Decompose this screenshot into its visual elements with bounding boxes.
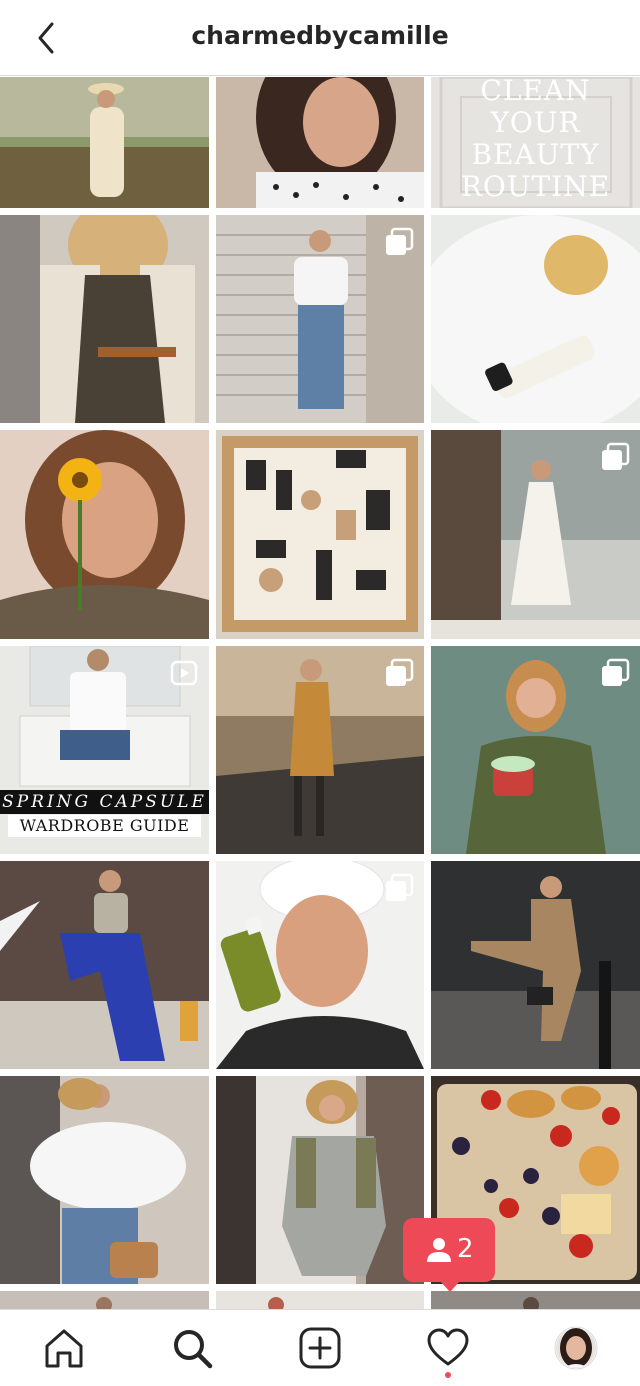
post-image	[0, 77, 209, 208]
post-image	[216, 1291, 424, 1309]
post-tile[interactable]	[431, 215, 640, 423]
post-overlay-text: CLEAN YOUR BEAUTY ROUTINE	[460, 77, 611, 203]
top-bar: charmedbycamille	[0, 0, 640, 76]
tab-new-post[interactable]	[298, 1326, 342, 1370]
multi-photo-icon	[600, 658, 630, 688]
post-tile[interactable]	[431, 430, 640, 639]
page-title: charmedbycamille	[191, 21, 449, 50]
post-tile[interactable]	[0, 215, 209, 423]
post-tile[interactable]	[0, 430, 209, 639]
post-tile[interactable]	[0, 1076, 209, 1284]
tab-search[interactable]	[170, 1326, 214, 1370]
search-icon	[174, 1330, 213, 1369]
person-icon	[427, 1238, 451, 1262]
post-image	[0, 215, 209, 423]
post-tile[interactable]	[216, 430, 424, 639]
tab-profile[interactable]	[554, 1326, 598, 1370]
post-tile[interactable]	[216, 861, 424, 1069]
post-tile[interactable]	[216, 1076, 424, 1284]
multi-photo-icon	[600, 442, 630, 472]
post-tile[interactable]	[431, 1291, 640, 1309]
post-image	[0, 861, 209, 1069]
post-tile[interactable]	[0, 861, 209, 1069]
activity-indicator-dot	[445, 1372, 451, 1378]
post-image	[216, 430, 424, 639]
post-tile[interactable]	[216, 1291, 424, 1309]
post-tile[interactable]	[431, 646, 640, 854]
post-overlay-subtext: WARDROBE GUIDE	[8, 815, 201, 837]
tab-home[interactable]	[42, 1326, 86, 1370]
home-icon	[45, 1329, 83, 1368]
post-tile[interactable]	[216, 646, 424, 854]
post-tile[interactable]	[0, 77, 209, 208]
post-image	[431, 215, 640, 423]
post-overlay-text: SPRING CAPSULE	[0, 790, 209, 814]
avatar-icon	[554, 1326, 598, 1370]
post-grid: CLEAN YOUR BEAUTY ROUTINE SPRING CAPSULE…	[0, 77, 640, 1309]
video-icon	[169, 658, 199, 688]
post-image	[431, 1291, 640, 1309]
plus-square-icon	[299, 1327, 341, 1369]
post-image	[0, 1076, 209, 1284]
post-image	[431, 861, 640, 1069]
post-image	[216, 77, 424, 208]
post-tile[interactable]: CLEAN YOUR BEAUTY ROUTINE	[431, 77, 640, 208]
chevron-left-icon	[38, 22, 54, 54]
post-tile[interactable]	[431, 861, 640, 1069]
multi-photo-icon	[384, 873, 414, 903]
post-tile[interactable]	[216, 77, 424, 208]
activity-notification-bubble[interactable]: 2	[403, 1218, 495, 1292]
multi-photo-icon	[384, 658, 414, 688]
bottom-tab-bar	[0, 1309, 640, 1386]
tab-activity[interactable]	[426, 1326, 470, 1370]
post-image	[0, 430, 209, 639]
heart-icon	[427, 1328, 469, 1366]
notification-count: 2	[457, 1234, 474, 1264]
post-tile[interactable]	[0, 1291, 209, 1309]
post-image	[0, 1291, 209, 1309]
post-tile[interactable]	[216, 215, 424, 423]
post-tile[interactable]: SPRING CAPSULE WARDROBE GUIDE	[0, 646, 209, 854]
multi-photo-icon	[384, 227, 414, 257]
back-button[interactable]	[28, 18, 68, 58]
post-image	[216, 1076, 424, 1284]
